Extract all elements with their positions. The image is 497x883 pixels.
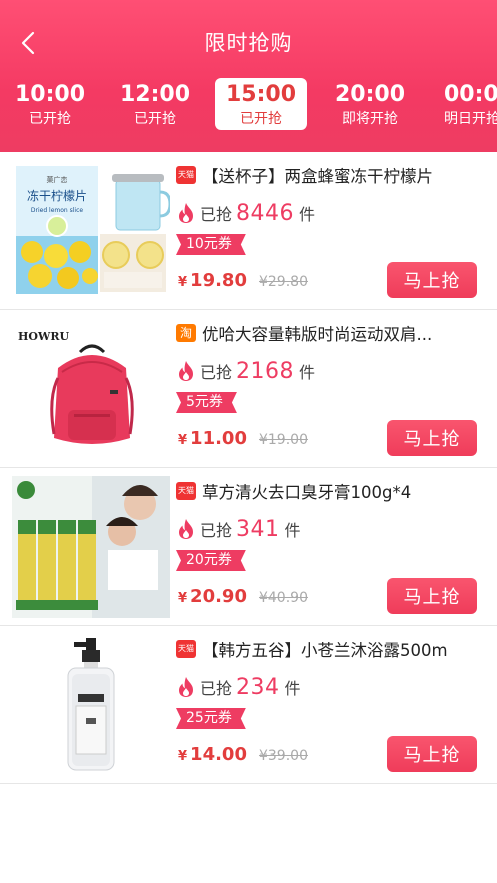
current-price: 14.00 [190,744,247,765]
sold-unit: 件 [284,679,301,698]
sold-count: 已抢 8446 件 [176,198,315,228]
price: ¥ 11.00 ¥19.00 [178,428,308,456]
time-tabs: 10:00 已开抢 12:00 已开抢 15:00 已开抢 20:00 即将开抢… [0,78,497,130]
tab-time: 00:00 [444,82,497,107]
product-image-lemon: 菓广恋 冻干柠檬片 Dried lemon slice [12,160,170,302]
tab-status: 已开抢 [240,111,282,127]
sold-unit: 件 [299,363,316,382]
tab-status: 已开抢 [29,111,71,127]
sold-count: 已抢 2168 件 [176,356,315,386]
image-name-text: 冻干柠檬片 [27,188,87,203]
image-brand-text: HOWRU [18,330,69,343]
product-title: 天猫 【送杯子】两盒蜂蜜冻干柠檬片 [176,162,488,188]
current-price: 20.90 [190,586,247,607]
product-image-backpack: HOWRU [12,318,170,460]
product-title-text: 【韩方五谷】小苍兰沐浴露500m [202,641,448,660]
product-card[interactable]: 菓广恋 冻干柠檬片 Dried lemon slice 天猫 【送杯子】两盒蜂蜜… [0,152,497,310]
tab-time: 12:00 [119,82,191,107]
product-card[interactable]: 天猫 【韩方五谷】小苍兰沐浴露500m 已抢 234 件 25元券 ¥ 14.0… [0,626,497,784]
coupon-badge: 5元券 [176,392,237,413]
product-image-shower-gel [12,634,170,776]
sold-prefix: 已抢 [200,679,233,698]
sold-prefix: 已抢 [200,521,233,540]
sold-number: 8446 [236,200,295,226]
sold-unit: 件 [284,521,301,540]
tab-time: 20:00 [334,82,406,107]
product-title-text: 【送杯子】两盒蜂蜜冻干柠檬片 [202,167,433,186]
tab-time: 15:00 [225,82,297,107]
currency-symbol: ¥ [178,591,188,606]
product-list: 菓广恋 冻干柠檬片 Dried lemon slice 天猫 【送杯子】两盒蜂蜜… [0,152,497,784]
current-price: 11.00 [190,428,247,449]
image-brand-text: 菓广恋 [47,175,68,184]
header: 限时抢购 10:00 已开抢 12:00 已开抢 15:00 已开抢 20:00… [0,0,497,152]
page-title: 限时抢购 [204,31,293,55]
tab-10-00[interactable]: 10:00 已开抢 [2,78,98,130]
sold-prefix: 已抢 [200,363,233,382]
product-image-toothpaste [12,476,170,618]
original-price: ¥39.00 [258,748,308,764]
taobao-icon: 淘 [176,324,196,342]
price: ¥ 14.00 ¥39.00 [178,744,308,772]
tab-12-00[interactable]: 12:00 已开抢 [107,78,203,130]
buy-now-button[interactable]: 马上抢 [387,736,477,772]
product-card[interactable]: 天猫 草方清火去口臭牙膏100g*4 已抢 341 件 20元券 ¥ 20.90… [0,468,497,626]
flame-icon [179,361,193,381]
product-card[interactable]: HOWRU 淘 优哈大容量韩版时尚运动双肩... 已抢 2168 件 5元券 ¥… [0,310,497,468]
sold-number: 2168 [236,358,295,384]
current-price: 19.80 [190,270,247,291]
original-price: ¥19.00 [258,432,308,448]
original-price: ¥40.90 [258,590,308,606]
product-title-text: 草方清火去口臭牙膏100g*4 [202,483,412,502]
buy-now-button[interactable]: 马上抢 [387,420,477,456]
product-title: 天猫 草方清火去口臭牙膏100g*4 [176,478,488,504]
flame-icon [179,677,193,697]
sold-count: 已抢 234 件 [176,672,301,702]
tmall-icon: 天猫 [176,640,196,658]
buy-now-button[interactable]: 马上抢 [387,578,477,614]
tmall-icon: 天猫 [176,482,196,500]
product-title: 淘 优哈大容量韩版时尚运动双肩... [176,320,488,346]
tab-15-00[interactable]: 15:00 已开抢 [215,78,307,130]
coupon-badge: 25元券 [176,708,246,729]
tmall-icon: 天猫 [176,166,196,184]
sold-number: 341 [236,516,280,542]
sold-prefix: 已抢 [200,205,233,224]
tab-status: 明日开抢 [444,111,497,127]
tab-time: 10:00 [14,82,86,107]
sold-unit: 件 [299,205,316,224]
tab-status: 即将开抢 [342,111,398,127]
flame-icon [179,519,193,539]
currency-symbol: ¥ [178,749,188,764]
image-en-text: Dried lemon slice [31,207,84,214]
original-price: ¥29.80 [258,274,308,290]
flame-icon [179,203,193,223]
price: ¥ 20.90 ¥40.90 [178,586,308,614]
sold-number: 234 [236,674,280,700]
sold-count: 已抢 341 件 [176,514,301,544]
tab-20-00[interactable]: 20:00 即将开抢 [320,78,420,130]
currency-symbol: ¥ [178,275,188,290]
product-title-text: 优哈大容量韩版时尚运动双肩... [202,325,433,344]
tab-status: 已开抢 [134,111,176,127]
buy-now-button[interactable]: 马上抢 [387,262,477,298]
coupon-badge: 10元券 [176,234,246,255]
product-title: 天猫 【韩方五谷】小苍兰沐浴露500m [176,636,488,662]
price: ¥ 19.80 ¥29.80 [178,270,308,298]
coupon-badge: 20元券 [176,550,246,571]
currency-symbol: ¥ [178,433,188,448]
tab-00-00[interactable]: 00:00 明日开抢 [430,78,497,130]
